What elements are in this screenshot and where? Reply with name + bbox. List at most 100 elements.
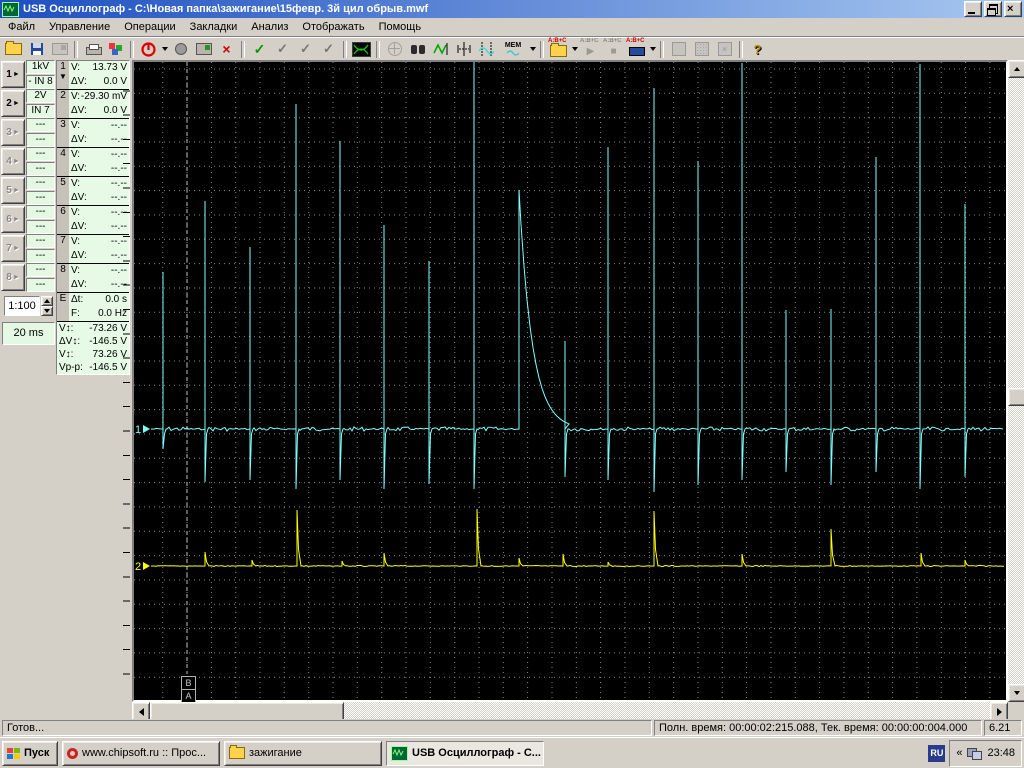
channel-8-input[interactable]: --- [26, 278, 55, 292]
display-mode-button[interactable] [350, 39, 373, 60]
signal-cursors-button[interactable] [475, 39, 498, 60]
math-open-button[interactable]: A:B+C [547, 39, 570, 60]
cursor-a-label[interactable]: A [181, 689, 196, 703]
scroll-up-button[interactable] [1008, 60, 1024, 78]
mark-next-button[interactable]: ✓ [271, 39, 294, 60]
display-settings-button[interactable] [104, 39, 127, 60]
tray-chevron-button[interactable]: « [956, 747, 962, 759]
channel-row: 7► ------ [0, 234, 56, 263]
channel-6-button[interactable]: 6► [1, 206, 25, 233]
close-button[interactable]: × [1004, 1, 1022, 17]
zoom-region-button [383, 39, 406, 60]
print-button[interactable] [81, 39, 104, 60]
menu-file[interactable]: Файл [1, 19, 42, 35]
mark-jump-button[interactable]: ✓ [317, 39, 340, 60]
channel-2-button[interactable]: 2► [1, 90, 25, 117]
memory-dropdown[interactable] [528, 39, 537, 60]
channel-7-range[interactable]: --- [26, 234, 55, 248]
horizontal-scrollbar[interactable] [132, 702, 1008, 719]
apply-marks-button[interactable]: ✓ [248, 39, 271, 60]
channel-5-input[interactable]: --- [26, 191, 55, 205]
language-indicator[interactable]: RU [928, 745, 945, 762]
channel-arrow-icon: ► [13, 245, 20, 252]
dotted-square-icon [695, 42, 709, 56]
vertical-scrollbar[interactable] [1008, 60, 1024, 702]
start-acquisition-button[interactable] [137, 39, 160, 60]
channel-arrow-icon: ► [13, 216, 20, 223]
channel-row: 4► ------ [0, 147, 56, 176]
channel-1-button[interactable]: 1► [1, 61, 25, 88]
channel-4-input[interactable]: --- [26, 162, 55, 176]
scroll-down-button[interactable] [1008, 684, 1024, 702]
channel-arrow-icon: ► [13, 71, 20, 78]
waveform-canvas[interactable]: 12 [134, 62, 1006, 700]
open-folder-icon [5, 43, 22, 55]
scope-display[interactable]: 12 B A [132, 60, 1008, 702]
erase-button[interactable]: × [215, 39, 238, 60]
channel-5-range[interactable]: --- [26, 176, 55, 190]
taskbar-item-oscilloscope[interactable]: USB Осциллограф - C... [386, 741, 544, 766]
spin-down-icon [44, 309, 50, 313]
snapshot-button[interactable] [192, 39, 215, 60]
channel-5-button[interactable]: 5► [1, 177, 25, 204]
math-display-button[interactable]: A:B+C [625, 39, 648, 60]
channel-7-input[interactable]: --- [26, 249, 55, 263]
browser-icon [67, 748, 78, 759]
channel-4-range[interactable]: --- [26, 147, 55, 161]
restore-button[interactable] [984, 1, 1002, 17]
math-display-dropdown[interactable] [648, 39, 657, 60]
menu-operations[interactable]: Операции [117, 19, 182, 35]
help-icon: ? [754, 42, 762, 57]
channel-6-range[interactable]: --- [26, 205, 55, 219]
channel-8-range[interactable]: --- [26, 263, 55, 277]
open-file-button[interactable] [2, 39, 25, 60]
channel-2-input[interactable]: IN 7 [26, 104, 55, 118]
single-record-button[interactable] [169, 39, 192, 60]
network-icon[interactable] [967, 748, 982, 759]
windows-logo-icon [7, 748, 20, 759]
ch1-delta: 0.0 V [104, 76, 127, 88]
channel-3-button[interactable]: 3► [1, 119, 25, 146]
probe-ratio-input[interactable]: 1:100 [4, 296, 40, 316]
save-device-button [48, 39, 71, 60]
title-bar: USB Осциллограф - C:\Новая папка\зажиган… [0, 0, 1024, 18]
taskbar-item-folder[interactable]: зажигание [224, 741, 382, 766]
minimize-button[interactable] [964, 1, 982, 17]
menu-help[interactable]: Помощь [372, 19, 429, 35]
channel-1-range[interactable]: 1kV [26, 60, 55, 74]
math-open-dropdown[interactable] [570, 39, 579, 60]
channel-6-input[interactable]: --- [26, 220, 55, 234]
measure-row-6: 6 V:--.-- ΔV:--.-- [57, 206, 129, 235]
channel-arrow-icon: ► [13, 100, 20, 107]
taskbar: Пуск www.chipsoft.ru :: Прос... зажигани… [0, 737, 1024, 768]
vertical-scroll-thumb[interactable] [1008, 388, 1024, 406]
channel-3-input[interactable]: --- [26, 133, 55, 147]
menu-bookmarks[interactable]: Закладки [183, 19, 245, 35]
save-file-button[interactable] [25, 39, 48, 60]
menu-control[interactable]: Управление [42, 19, 117, 35]
timebase-display[interactable]: 20 ms [2, 322, 55, 345]
help-button[interactable]: ? [746, 39, 769, 60]
fit-signal-button[interactable] [429, 39, 452, 60]
taskbar-item-browser[interactable]: www.chipsoft.ru :: Прос... [62, 741, 220, 766]
channel-1-input[interactable]: - IN 8 [26, 75, 55, 89]
menu-analysis[interactable]: Анализ [244, 19, 295, 35]
math-stop-button: A:B+C■ [602, 39, 625, 60]
cursor-b-label[interactable]: B [181, 676, 196, 690]
spin-down-button[interactable] [41, 306, 53, 316]
start-button[interactable]: Пуск [2, 741, 58, 766]
start-acquisition-dropdown[interactable] [160, 39, 169, 60]
channel-7-button[interactable]: 7► [1, 235, 25, 262]
mark-all-button[interactable]: ✓ [294, 39, 317, 60]
spin-up-button[interactable] [41, 296, 53, 306]
search-button[interactable] [406, 39, 429, 60]
menu-display[interactable]: Отображать [295, 19, 371, 35]
channel-8-button[interactable]: 8► [1, 264, 25, 291]
frequency: 0.0 Hz [98, 308, 127, 320]
memory-button[interactable]: MEM [498, 39, 528, 60]
vertical-cursors-button[interactable] [452, 39, 475, 60]
app-icon [2, 2, 19, 17]
channel-3-range[interactable]: --- [26, 118, 55, 132]
channel-4-button[interactable]: 4► [1, 148, 25, 175]
channel-2-range[interactable]: 2V [26, 89, 55, 103]
